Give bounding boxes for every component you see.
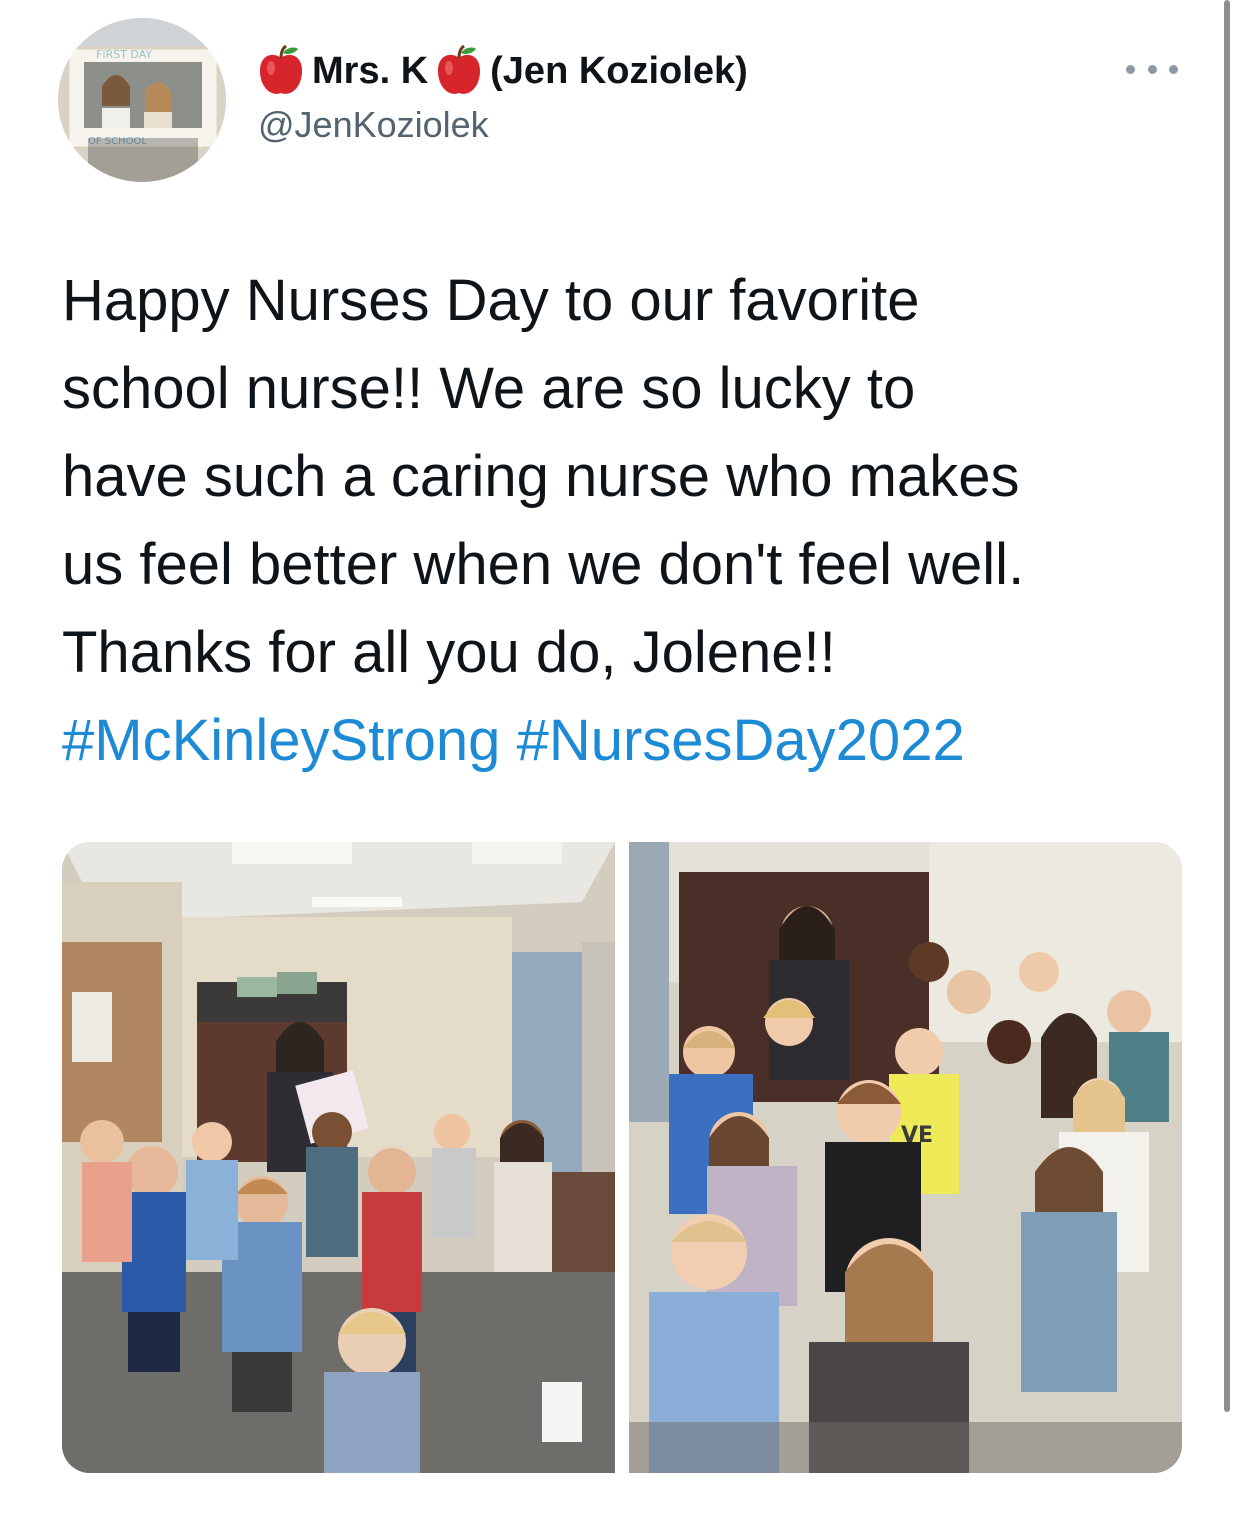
hashtags-line: #McKinleyStrong #NursesDay2022 xyxy=(62,697,1212,785)
author-name-part-1: Mrs. K xyxy=(312,49,429,92)
red-apple-icon xyxy=(434,44,484,98)
tweet-line: us feel better when we don't feel well. xyxy=(62,532,1025,597)
red-apple-icon xyxy=(256,44,306,98)
tweet-line: Happy Nurses Day to our favorite xyxy=(62,268,920,333)
tweet-line: school nurse!! We are so lucky to xyxy=(62,356,916,421)
avatar[interactable]: FIRST DAY OF SCHOOL xyxy=(58,18,226,182)
tweet-text: Happy Nurses Day to our favorite school … xyxy=(62,257,1212,785)
tweet-line: have such a caring nurse who makes xyxy=(62,444,1020,509)
photo-nurse-office-group[interactable] xyxy=(62,842,615,1473)
media-grid: VE xyxy=(62,842,1182,1473)
photo-kids-smiling[interactable]: VE xyxy=(629,842,1182,1473)
hashtag-link[interactable]: #NursesDay2022 xyxy=(517,708,965,773)
scrollbar[interactable] xyxy=(1224,0,1230,1412)
author-name[interactable]: Mrs. K (Jen Koziolek) xyxy=(256,40,754,102)
more-options-icon[interactable] xyxy=(1126,58,1178,80)
avatar-photo: FIRST DAY OF SCHOOL xyxy=(58,18,226,182)
author-name-part-2: (Jen Koziolek) xyxy=(490,49,748,92)
hashtag-link[interactable]: #McKinleyStrong xyxy=(62,708,500,773)
tweet-line: Thanks for all you do, Jolene!! xyxy=(62,620,836,685)
author-handle[interactable]: @JenKoziolek xyxy=(258,104,489,146)
avatar-sign-text: FIRST DAY xyxy=(96,48,152,61)
